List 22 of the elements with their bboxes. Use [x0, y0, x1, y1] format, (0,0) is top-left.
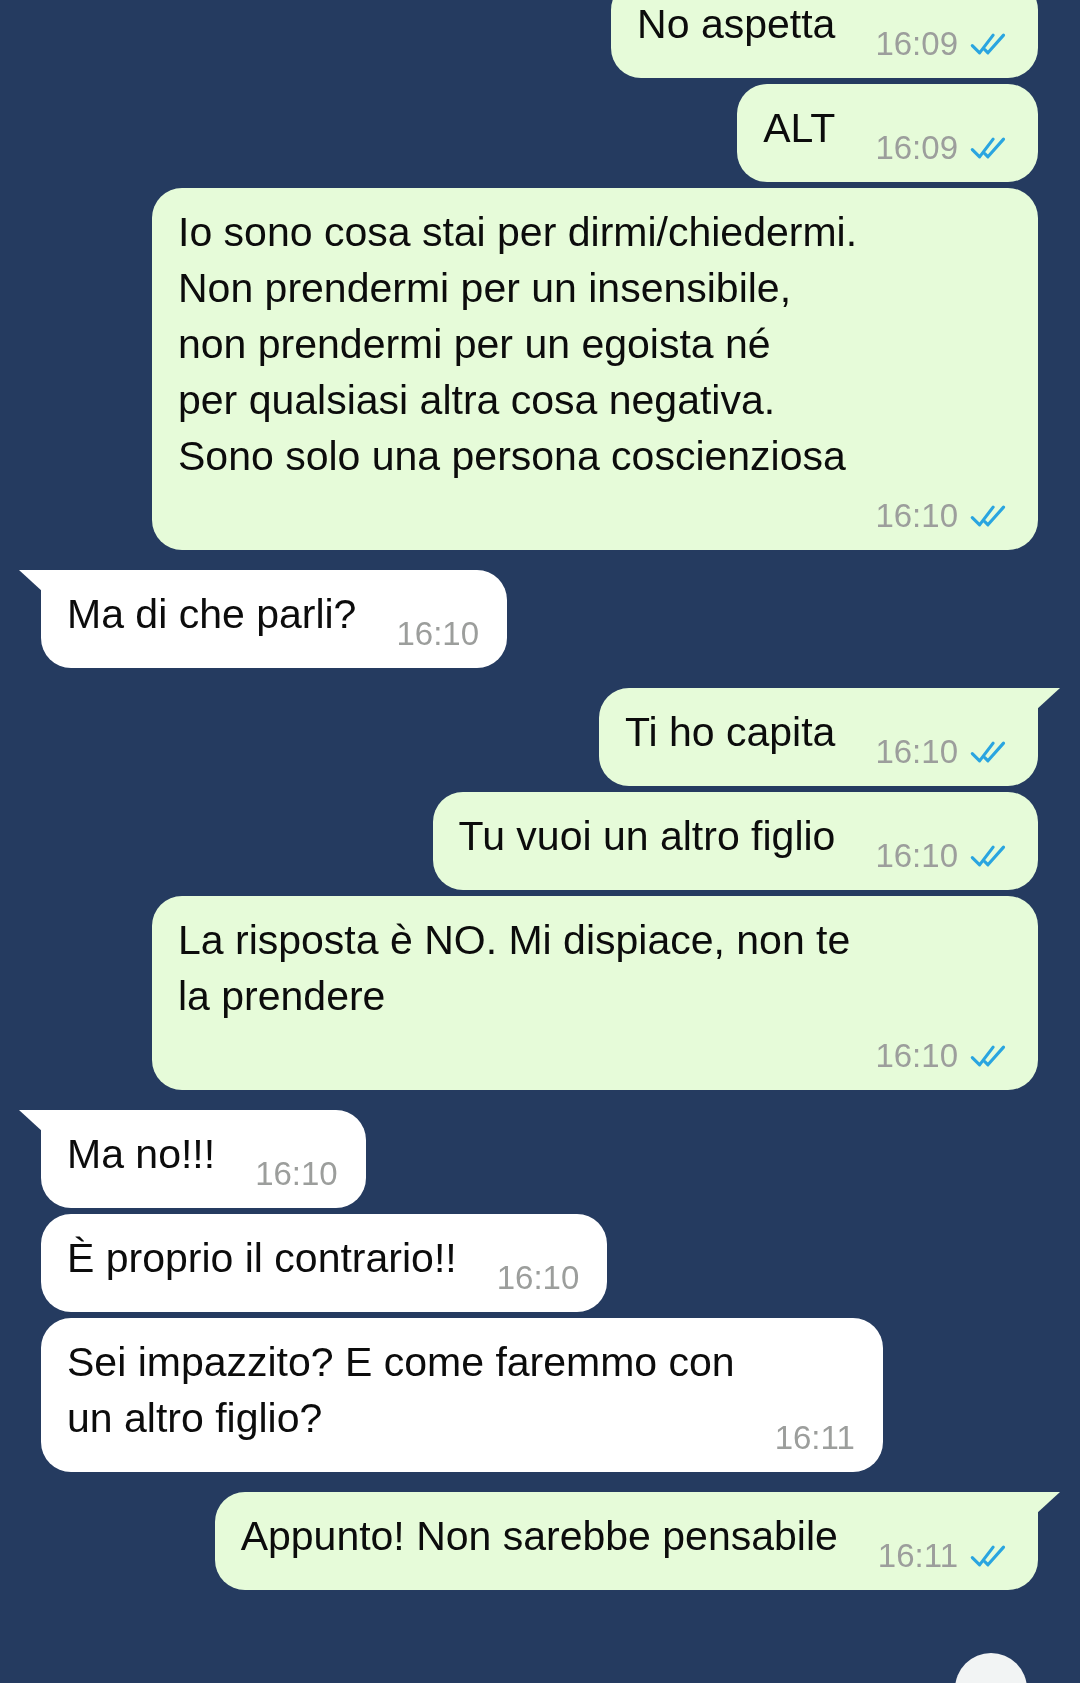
message-text: Tu vuoi un altro figlio	[458, 812, 836, 861]
message-time: 16:10	[875, 836, 958, 876]
message-text: No aspetta	[637, 0, 836, 49]
message-text: È proprio il contrario!!	[67, 1234, 457, 1283]
message-time: 16:09	[875, 24, 958, 64]
message-time: 16:10	[875, 732, 958, 772]
message-time: 16:10	[255, 1154, 338, 1194]
message-time: 16:11	[774, 1418, 855, 1458]
message-text: Ma di che parli?	[67, 590, 357, 639]
message-time: 16:10	[496, 1258, 580, 1298]
message-time: 16:10	[875, 1036, 958, 1076]
message-text: Ma no!!!	[67, 1130, 216, 1179]
message-text: ALT	[763, 104, 836, 153]
message-time: 16:10	[875, 496, 958, 536]
message-text: Io sono cosa stai per dirmi/chiedermi. Non prendermi per un insensibile, non prendermi per un egoista né per qualsiasi altra cosa negativa. Sono solo una persona coscienziosa	[178, 208, 858, 481]
message-text: La risposta è NO. Mi dispiace, non te la prendere	[178, 916, 851, 1021]
message-time: 16:09	[875, 128, 958, 168]
message-text: Ti ho capita	[624, 708, 836, 757]
message-text: Appunto! Non sarebbe pensabile	[240, 1512, 838, 1561]
message-time: 16:11	[877, 1536, 958, 1576]
message-time: 16:10	[396, 614, 480, 654]
message-text: Sei impazzito? E come faremmo con un altro figlio?	[67, 1338, 735, 1443]
